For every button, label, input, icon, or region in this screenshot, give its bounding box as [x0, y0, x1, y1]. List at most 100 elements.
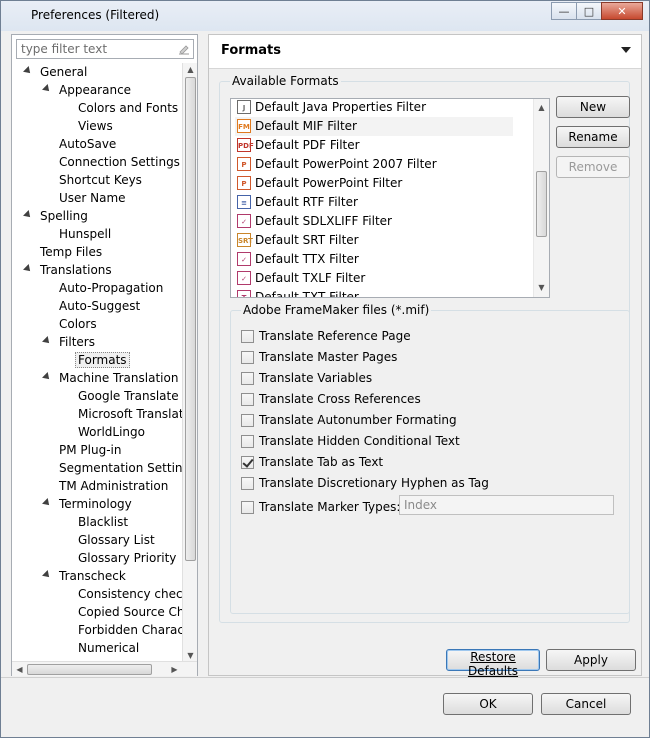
format-list-item[interactable]: J Default Java Properties Filter	[235, 99, 513, 117]
close-button[interactable]: ✕	[601, 2, 643, 20]
remove-button[interactable]: Remove	[556, 156, 630, 178]
tree-item-segmentation-settings[interactable]: Segmentation Settings	[59, 459, 182, 477]
tree-item-glossary-list[interactable]: Glossary List	[78, 531, 155, 549]
tree-item-user-name[interactable]: User Name	[59, 189, 126, 207]
option-checkbox[interactable]	[241, 351, 254, 364]
option-checkbox[interactable]	[241, 372, 254, 385]
marker-types-checkbox[interactable]	[241, 501, 254, 514]
format-list-scrollbar[interactable]: ▲ ▼	[533, 99, 549, 297]
tree-item-label: Segmentation Settings	[59, 461, 182, 475]
format-list-item[interactable]: P Default PowerPoint 2007 Filter	[235, 155, 513, 174]
tree-item-filters[interactable]: Filters	[42, 333, 95, 351]
option-checkbox[interactable]	[241, 393, 254, 406]
option-checkbox[interactable]	[241, 414, 254, 427]
scroll-up-icon[interactable]: ▲	[184, 63, 197, 76]
option-label: Translate Master Pages	[259, 350, 398, 364]
format-list-item[interactable]: ✓ Default TXLF Filter	[235, 269, 513, 288]
expand-arrow-icon[interactable]	[23, 264, 33, 274]
expand-arrow-icon[interactable]	[42, 84, 52, 94]
tree-item-copied-source-che[interactable]: Copied Source Che	[78, 603, 182, 621]
ttx-icon: ✓	[237, 252, 251, 266]
scroll-right-icon[interactable]: ▶	[168, 663, 181, 676]
view-menu-icon[interactable]	[621, 47, 631, 53]
format-list-item[interactable]: PDF Default PDF Filter	[235, 136, 513, 155]
tree-item-label: Auto-Suggest	[59, 299, 141, 313]
tree-item-pm-plug-in[interactable]: PM Plug-in	[59, 441, 121, 459]
tree-hscroll-thumb[interactable]	[27, 664, 152, 675]
tree-item-colors-and-fonts[interactable]: Colors and Fonts	[78, 99, 178, 117]
expand-arrow-icon[interactable]	[42, 570, 52, 580]
framemaker-options-group: Adobe FrameMaker files (*.mif) Translate…	[230, 303, 630, 614]
expand-arrow-icon[interactable]	[42, 498, 52, 508]
list-scroll-up-icon[interactable]: ▲	[535, 101, 548, 114]
sdlxliff-icon: ✓	[237, 214, 251, 228]
tree-item-translations[interactable]: Translations	[23, 261, 112, 279]
ok-button[interactable]: OK	[443, 693, 533, 715]
tree-item-blacklist[interactable]: Blacklist	[78, 513, 128, 531]
tree-item-google-translate[interactable]: Google Translate	[78, 387, 179, 405]
tree-item-general[interactable]: General	[23, 63, 87, 81]
tree-item-spelling[interactable]: Spelling	[23, 207, 88, 225]
tree-item-appearance[interactable]: Appearance	[42, 81, 132, 99]
restore-defaults-button[interactable]: Restore Defaults	[446, 649, 540, 678]
tree-item-connection-settings[interactable]: Connection Settings	[59, 153, 180, 171]
new-button[interactable]: New	[556, 96, 630, 118]
tree-item-microsoft-translate[interactable]: Microsoft Translate	[78, 405, 182, 423]
option-checkbox[interactable]	[241, 477, 254, 490]
format-list-item[interactable]: P Default PowerPoint Filter	[235, 174, 513, 193]
format-list-item[interactable]: ≡ Default RTF Filter	[235, 193, 513, 212]
expand-arrow-icon[interactable]	[42, 372, 52, 382]
cancel-button[interactable]: Cancel	[541, 693, 631, 715]
option-checkbox[interactable]	[241, 435, 254, 448]
tree-item-views[interactable]: Views	[78, 117, 113, 135]
option-checkbox[interactable]	[241, 330, 254, 343]
tree-item-label: TM Administration	[59, 479, 169, 493]
tree-item-tm-administration[interactable]: TM Administration	[59, 477, 168, 495]
format-list-item[interactable]: ✓ Default SDLXLIFF Filter	[235, 212, 513, 231]
apply-button[interactable]: Apply	[546, 649, 636, 671]
tree-item-worldlingo[interactable]: WorldLingo	[78, 423, 145, 441]
tree-item-consistency-check[interactable]: Consistency check	[78, 585, 182, 603]
tree-item-auto-suggest[interactable]: Auto-Suggest	[59, 297, 140, 315]
tree-item-autosave[interactable]: AutoSave	[59, 135, 116, 153]
tree-item-colors[interactable]: Colors	[59, 315, 97, 333]
scroll-left-icon[interactable]: ◀	[13, 663, 26, 676]
expand-arrow-icon[interactable]	[23, 66, 33, 76]
tree-vertical-scrollbar[interactable]: ▲ ▼	[182, 63, 197, 663]
tree-item-temp-files[interactable]: Temp Files	[40, 243, 102, 261]
list-scroll-down-icon[interactable]: ▼	[535, 281, 548, 294]
expand-arrow-icon[interactable]	[42, 336, 52, 346]
tree-item-formats[interactable]: Formats	[75, 351, 130, 369]
tree-item-label: WorldLingo	[78, 425, 145, 439]
tree-item-transcheck[interactable]: Transcheck	[42, 567, 126, 585]
tree-item-hunspell[interactable]: Hunspell	[59, 225, 111, 243]
maximize-button[interactable]: □	[576, 2, 602, 20]
format-list-item[interactable]: SRT Default SRT Filter	[235, 231, 513, 250]
format-list-item[interactable]: FM Default MIF Filter	[235, 117, 513, 136]
tree-item-terminology[interactable]: Terminology	[42, 495, 132, 513]
option-label: Translate Tab as Text	[259, 455, 384, 469]
tree-item-glossary-priority[interactable]: Glossary Priority	[78, 549, 176, 567]
format-list-item[interactable]: T Default TXT Filter	[235, 288, 513, 297]
tree-horizontal-scrollbar[interactable]: ◀ ▶	[12, 661, 197, 676]
tree-item-label: Appearance	[59, 83, 132, 97]
tree-scroll-thumb[interactable]	[185, 77, 196, 561]
expand-arrow-icon[interactable]	[23, 210, 33, 220]
format-list-scroll-thumb[interactable]	[536, 171, 547, 237]
rename-button[interactable]: Rename	[556, 126, 630, 148]
tree-item-auto-propagation[interactable]: Auto-Propagation	[59, 279, 163, 297]
clear-filter-icon[interactable]	[178, 43, 190, 55]
option-checkbox[interactable]	[241, 456, 254, 469]
minimize-button[interactable]: —	[551, 2, 577, 20]
format-list[interactable]: T Default TXT Filter ✓ Default TXLF Filter ✓…	[230, 98, 550, 298]
format-list-item[interactable]: ✓ Default TTX Filter	[235, 250, 513, 269]
filter-box	[16, 39, 194, 59]
format-label: Default PowerPoint 2007 Filter	[255, 157, 437, 171]
tree-item-shortcut-keys[interactable]: Shortcut Keys	[59, 171, 142, 189]
filter-input[interactable]	[17, 40, 167, 58]
tree-item-machine-translation[interactable]: Machine Translation	[42, 369, 178, 387]
tree-item-label: Glossary List	[78, 533, 155, 547]
tree-item-numerical[interactable]: Numerical	[78, 639, 139, 657]
marker-types-input[interactable]	[399, 495, 614, 515]
tree-item-forbidden-characte[interactable]: Forbidden Characte	[78, 621, 182, 639]
